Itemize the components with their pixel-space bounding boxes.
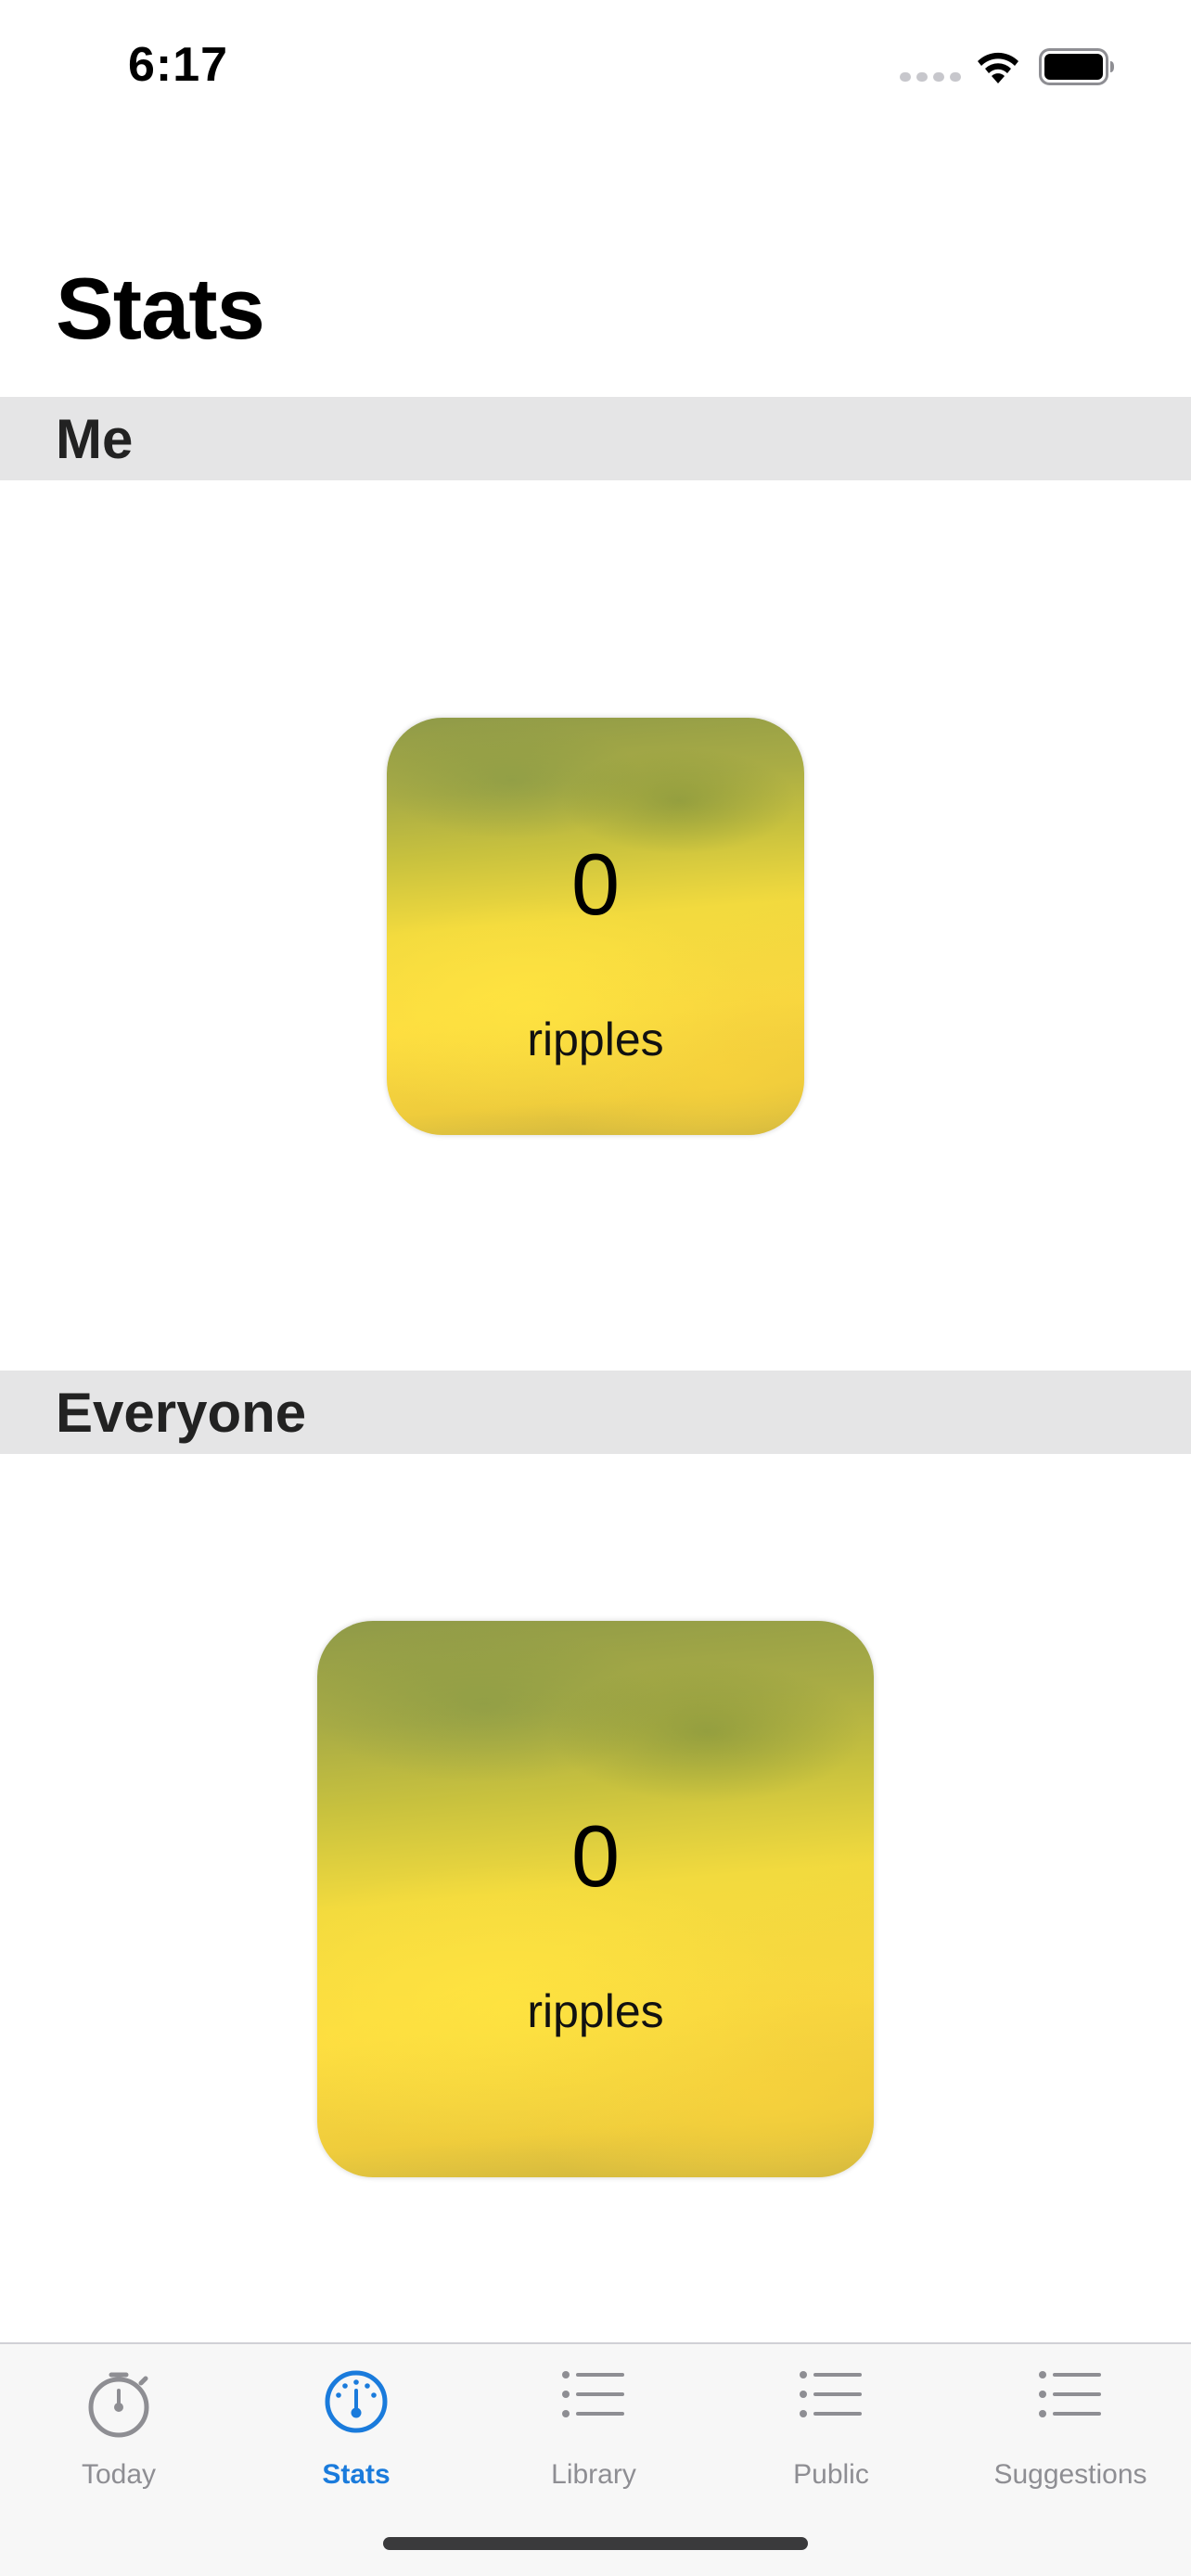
stat-card-everyone[interactable]: 0 ripples [317, 1621, 874, 2177]
tab-label: Stats [322, 2459, 391, 2490]
signal-dots-icon [900, 72, 961, 82]
status-bar: 6:17 [0, 0, 1191, 130]
home-indicator[interactable] [383, 2537, 808, 2550]
tab-label: Suggestions [993, 2459, 1147, 2490]
list-icon [1039, 2371, 1101, 2417]
tab-library[interactable]: Library [475, 2344, 712, 2502]
tab-label: Library [551, 2459, 636, 2490]
stats-screen: 6:17 Stats Me 0 ripples Everyone 0 rippl… [0, 0, 1191, 2576]
list-icon [800, 2371, 862, 2417]
stat-label: ripples [527, 1985, 664, 2037]
list-icon [562, 2371, 624, 2417]
tab-stats[interactable]: Stats [237, 2344, 475, 2502]
tab-suggestions[interactable]: Suggestions [950, 2344, 1191, 2502]
section-header-everyone: Everyone [0, 1371, 1191, 1454]
stat-value: 0 [570, 835, 621, 933]
battery-icon [1039, 48, 1114, 85]
section-header-label: Everyone [56, 1382, 307, 1444]
tab-label: Today [81, 2459, 157, 2490]
status-time: 6:17 [128, 38, 229, 92]
tab-label: Public [793, 2459, 869, 2490]
stat-label: ripples [527, 1014, 664, 1065]
tab-public[interactable]: Public [712, 2344, 950, 2502]
page-title: Stats [56, 260, 265, 357]
stopwatch-icon [88, 2372, 149, 2438]
wifi-icon [978, 52, 1018, 83]
stat-value: 0 [570, 1807, 621, 1905]
section-header-me: Me [0, 397, 1191, 480]
tab-today[interactable]: Today [0, 2344, 237, 2502]
stat-card-me[interactable]: 0 ripples [387, 718, 804, 1135]
section-header-label: Me [56, 408, 134, 470]
gauge-icon [325, 2370, 388, 2433]
